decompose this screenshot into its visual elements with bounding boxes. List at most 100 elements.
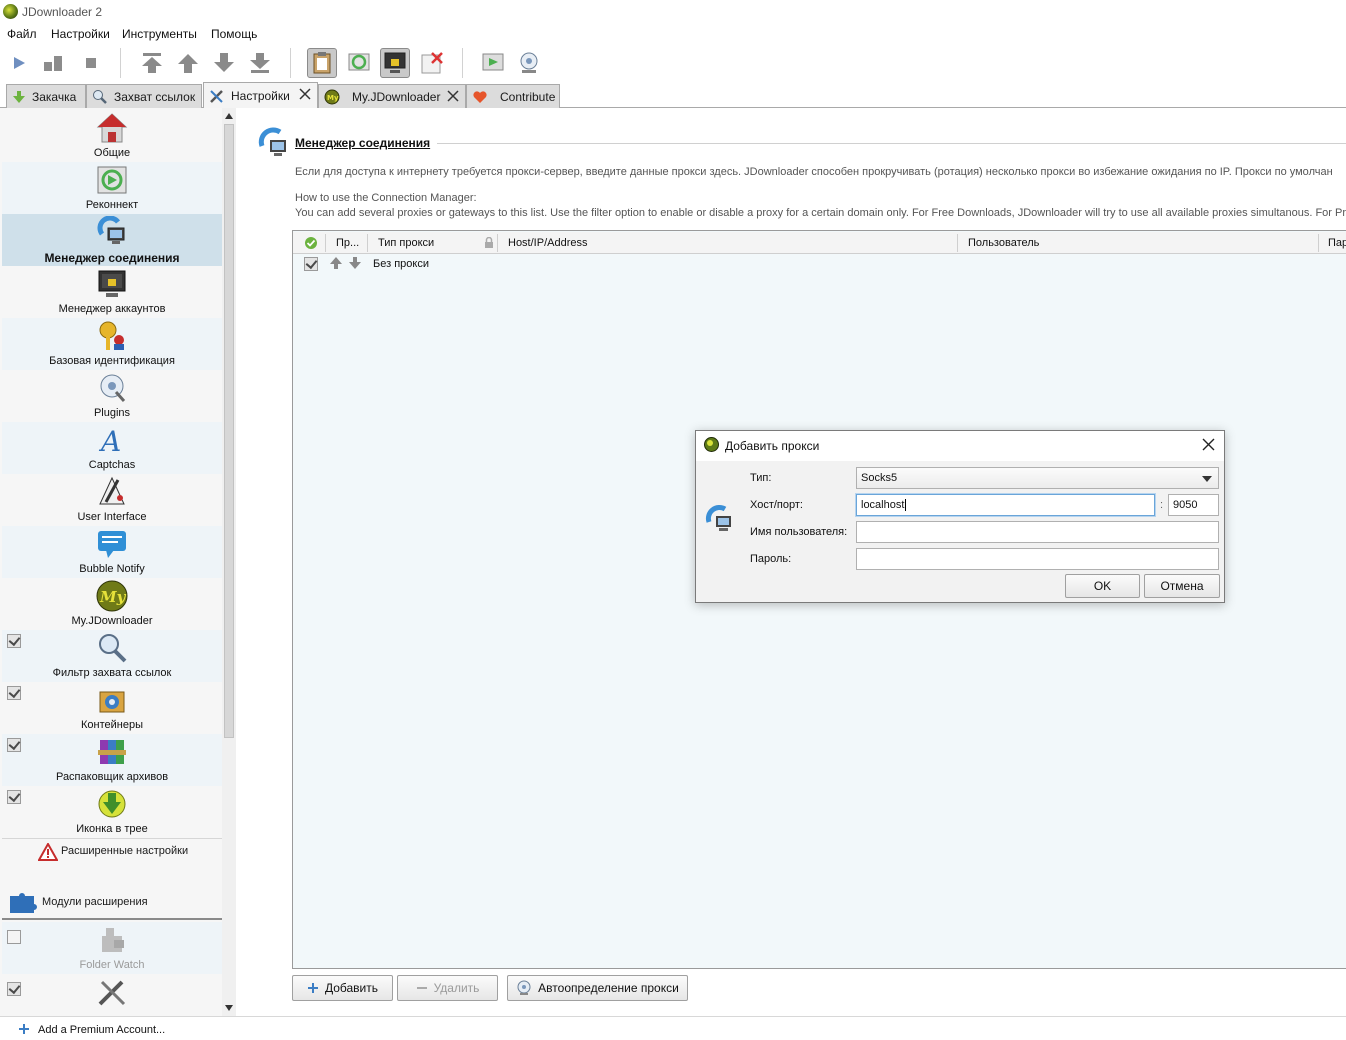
sidebar-item-connection-manager[interactable]: Менеджер соединения — [2, 214, 222, 266]
column-password[interactable]: Пар — [1328, 237, 1346, 249]
column-host[interactable]: Host/IP/Address — [508, 237, 587, 249]
scroll-up-icon[interactable] — [224, 112, 234, 120]
sidebar-item-account-manager[interactable]: Менеджер аккаунтов — [2, 266, 222, 318]
heart-icon — [473, 90, 487, 103]
chevron-down-icon — [1202, 476, 1212, 482]
archive-extractor-checkbox[interactable] — [7, 738, 21, 752]
menu-tools[interactable]: Инструменты — [122, 27, 197, 41]
add-premium-account-link[interactable]: Add a Premium Account... — [38, 1024, 165, 1036]
enabled-column-icon[interactable] — [304, 236, 318, 250]
app-logo-icon — [3, 4, 18, 19]
reconnect-icon — [97, 166, 127, 194]
sidebar-item-myjdownloader[interactable]: My My.JDownloader — [2, 578, 222, 630]
plugins-icon — [100, 374, 126, 402]
close-icon[interactable] — [447, 90, 459, 102]
move-top-icon[interactable] — [137, 48, 167, 78]
sidebar-item-link-filter[interactable]: Фильтр захвата ссылок — [2, 630, 222, 682]
clear-icon[interactable] — [417, 48, 447, 78]
tab-settings[interactable]: Настройки — [203, 82, 318, 108]
status-bar: Add a Premium Account... — [0, 1016, 1346, 1040]
move-up-icon[interactable] — [173, 48, 203, 78]
move-down-icon[interactable] — [348, 256, 362, 270]
sidebar-scroll-thumb[interactable] — [224, 124, 234, 738]
download-arrow-icon — [13, 90, 25, 103]
paint-icon — [99, 476, 125, 505]
sidebar-item-archive-extractor[interactable]: Распаковщик архивов — [2, 734, 222, 786]
plus-icon — [307, 983, 318, 993]
auto-reconnect-icon[interactable] — [344, 48, 374, 78]
remove-proxy-button[interactable]: Удалить — [397, 975, 498, 1001]
sidebar-item-user-interface[interactable]: User Interface — [2, 474, 222, 526]
menu-bar: Файл Настройки Инструменты Помощь — [0, 24, 1346, 44]
containers-checkbox[interactable] — [7, 686, 21, 700]
link-filter-icon — [99, 634, 127, 663]
tab-contribute[interactable]: Contribute — [466, 84, 560, 108]
ok-button[interactable]: OK — [1065, 574, 1140, 598]
username-input[interactable] — [856, 521, 1219, 543]
add-proxy-button[interactable]: Добавить — [292, 975, 393, 1001]
myjd-icon: My — [324, 89, 340, 104]
scroll-down-icon[interactable] — [224, 1004, 234, 1012]
advanced-settings-item[interactable]: Расширенные настройки — [2, 838, 222, 864]
host-label: Хост/порт: — [750, 499, 803, 511]
menu-file[interactable]: Файл — [7, 27, 37, 41]
menu-help[interactable]: Помощь — [211, 27, 257, 41]
pause-icon[interactable] — [38, 48, 68, 78]
extension-tools-checkbox[interactable] — [7, 982, 21, 996]
tab-download[interactable]: Закачка — [6, 84, 86, 108]
sidebar-item-general[interactable]: Общие — [2, 110, 222, 162]
connection-manager-icon — [705, 504, 731, 531]
clipboard-observer-icon[interactable] — [307, 48, 337, 78]
column-proxy-type[interactable]: Тип прокси — [378, 237, 434, 249]
warning-icon — [38, 843, 58, 861]
move-down-icon[interactable] — [209, 48, 239, 78]
column-user[interactable]: Пользователь — [968, 237, 1039, 249]
svg-text:My: My — [99, 588, 127, 606]
sidebar-item-plugins[interactable]: Plugins — [2, 370, 222, 422]
port-input[interactable]: 9050 — [1168, 494, 1219, 516]
column-priority[interactable]: Пр... — [336, 237, 359, 249]
sidebar-item-reconnect[interactable]: Реконнект — [2, 162, 222, 214]
folder-watch-checkbox[interactable] — [7, 930, 21, 944]
move-up-icon[interactable] — [329, 256, 343, 270]
sidebar-item-extension-tools[interactable] — [2, 974, 222, 1014]
howto-text: You can add several proxies or gateways … — [295, 207, 1346, 219]
menu-settings[interactable]: Настройки — [51, 27, 110, 41]
bubble-icon — [98, 531, 126, 558]
update-icon[interactable] — [514, 48, 544, 78]
sidebar-item-containers[interactable]: Контейнеры — [2, 682, 222, 734]
sidebar-item-captchas[interactable]: A Captchas — [2, 422, 222, 474]
extensions-label: Модули расширения — [42, 896, 148, 908]
magnifier-icon — [93, 89, 107, 104]
proxy-type-cell: Без прокси — [373, 258, 429, 270]
svg-text:My: My — [327, 94, 339, 102]
reconnect-icon[interactable] — [478, 48, 508, 78]
proxy-type-select[interactable]: Socks5 — [856, 467, 1219, 489]
sidebar-item-bubble-notify[interactable]: Bubble Notify — [2, 526, 222, 578]
stop-icon[interactable] — [76, 48, 106, 78]
play-icon[interactable] — [4, 48, 34, 78]
tab-myjdownloader[interactable]: My My.JDownloader — [318, 84, 466, 108]
premium-lock-icon[interactable] — [380, 48, 410, 78]
home-icon — [96, 113, 128, 143]
panel-description: Если для доступа к интернету требуется п… — [295, 166, 1333, 178]
myjd-icon: My — [96, 580, 128, 612]
sidebar-item-tray-icon[interactable]: Иконка в трее — [2, 786, 222, 838]
close-icon[interactable] — [299, 88, 311, 100]
tab-linkgrabber[interactable]: Захват ссылок — [86, 84, 202, 108]
autodetect-proxy-button[interactable]: Автоопределение прокси — [507, 975, 688, 1001]
close-icon[interactable] — [1202, 438, 1215, 451]
svg-text:A: A — [98, 425, 121, 456]
toolbar — [0, 44, 1346, 82]
host-input[interactable]: localhost — [856, 494, 1155, 516]
link-filter-checkbox[interactable] — [7, 634, 21, 648]
cancel-button[interactable]: Отмена — [1144, 574, 1220, 598]
tray-icon-checkbox[interactable] — [7, 790, 21, 804]
sidebar-item-folder-watch[interactable]: Folder Watch — [2, 922, 222, 974]
sidebar-item-basic-auth[interactable]: Базовая идентификация — [2, 318, 222, 370]
move-bottom-icon[interactable] — [245, 48, 275, 78]
password-input[interactable] — [856, 548, 1219, 570]
row-enabled-checkbox[interactable] — [304, 257, 318, 271]
captcha-icon: A — [98, 425, 121, 456]
table-row[interactable]: Без прокси — [293, 254, 1346, 274]
